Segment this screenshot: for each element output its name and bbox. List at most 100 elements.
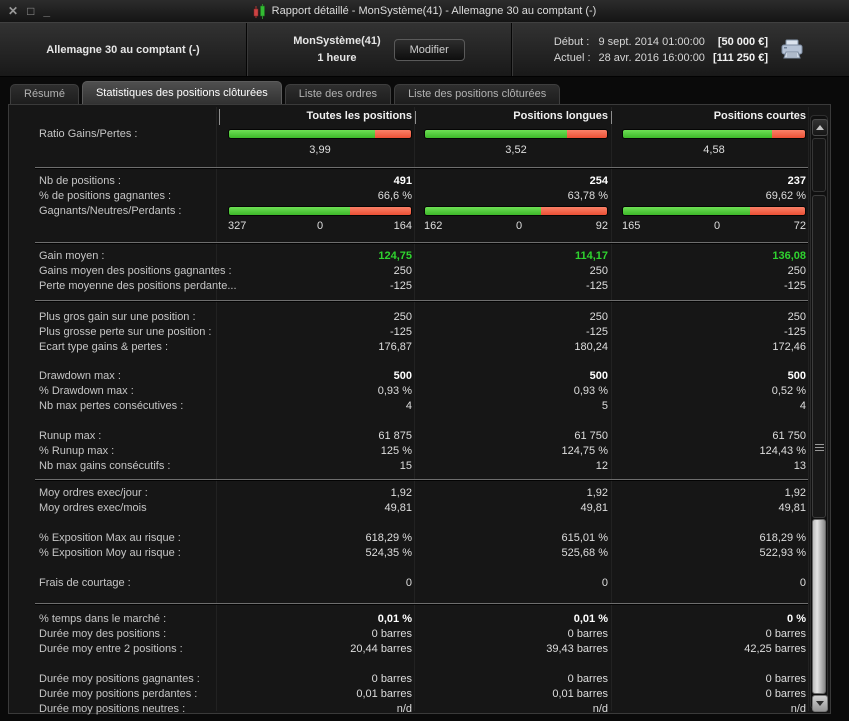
win-neutral-loss-counts: 162 0 92 [424, 220, 608, 232]
stat-section: Moy ordres exec/jour :1,92 1,92 1,92 Moy or… [9, 486, 810, 516]
stat-section: Durée moy positions gagnantes : 0 barres 0… [9, 672, 810, 717]
scrollbar-thumb-outline[interactable] [812, 195, 826, 518]
stat-value: 0 [405, 577, 412, 589]
stat-row-label: Plus gros gain sur une position : [39, 311, 196, 323]
scroll-up-button[interactable] [812, 119, 828, 136]
stat-value: 1,92 [586, 487, 608, 499]
bar-green-segment [425, 130, 567, 138]
stat-value: 0,01 barres [356, 688, 412, 700]
stat-value: n/d [790, 703, 806, 715]
scrollbar-track-segment[interactable] [812, 138, 826, 192]
window-title: Rapport détaillé - MonSystème(41) - Alle… [271, 5, 597, 17]
stat-row: % Drawdown max : 0,93 % 0,93 % 0,52 % [9, 384, 810, 399]
print-icon[interactable] [779, 39, 805, 61]
stat-value: -125 [585, 280, 608, 292]
stat-value: 0 barres [765, 688, 806, 700]
stat-row: Durée moy des positions : 0 barres 0 barre… [9, 627, 810, 642]
stat-value: 124,75 % [561, 445, 608, 457]
scroll-down-icon [816, 701, 824, 706]
stat-row: Durée moy entre 2 positions : 20,44 barre… [9, 642, 810, 657]
stat-value: 49,81 [778, 502, 806, 514]
stat-value: 3,52 [505, 144, 527, 156]
stat-value: 0 barres [765, 673, 806, 685]
stat-row-values: 3,99 3,52 4,58 [9, 142, 810, 158]
stat-value: 162 [424, 220, 443, 232]
vertical-scrollbar[interactable] [810, 115, 828, 712]
candlestick-icon [253, 3, 265, 19]
tab-liste-des-positions-cloturees[interactable]: Liste des positions clôturées [394, 84, 561, 104]
stat-row: Plus gros gain sur une position : 250 250 2… [9, 310, 810, 325]
tabs: Résumé Statistiques des positions clôturé… [10, 81, 561, 104]
stat-value: 20,44 barres [350, 643, 412, 655]
report-window: ✕ □ _ Rapport détaillé - MonSystème(41) … [0, 0, 849, 721]
stat-row-label: Durée moy positions perdantes : [39, 688, 198, 700]
tab-liste-des-ordres[interactable]: Liste des ordres [284, 84, 392, 104]
stat-row-label: Moy ordres exec/jour : [39, 487, 148, 499]
stat-value: 0,01 % [377, 613, 412, 625]
stat-value: 237 [787, 175, 806, 187]
instrument-name: Allemagne 30 au comptant (-) [46, 43, 200, 56]
stat-value: 500 [787, 370, 806, 382]
close-button[interactable]: ✕ [8, 1, 18, 21]
stat-value: 525,68 % [561, 547, 608, 559]
stat-row: Ratio Gains/Pertes : [9, 127, 810, 142]
stat-section: Nb de positions : 491 254 237 % de positions… [9, 174, 810, 242]
stat-row-label: Plus grosse perte sur une position : [39, 326, 212, 338]
stat-row: % Exposition Moy au risque : 524,35 % 525,… [9, 546, 810, 561]
stat-value: 172,46 [772, 341, 806, 353]
stat-row: Durée moy positions perdantes : 0,01 barr… [9, 687, 810, 702]
stat-section: Drawdown max : 500 500 500 % Drawdown max : 0… [9, 369, 810, 414]
stat-row: Perte moyenne des positions perdante... -… [9, 279, 810, 294]
stat-section: % temps dans le marché : 0,01 % 0,01 % 0 % D… [9, 612, 810, 657]
stat-row-label: Durée moy entre 2 positions : [39, 643, 183, 655]
stat-section: % Exposition Max au risque : 618,29 % 615,… [9, 531, 810, 561]
stat-value: 49,81 [580, 502, 608, 514]
stat-value: 327 [228, 220, 247, 232]
stat-section: Gain moyen : 124,75 114,17 136,08 Gains moye… [9, 249, 810, 300]
stat-row-label: Ratio Gains/Pertes : [39, 128, 138, 140]
stat-value: 250 [393, 311, 412, 323]
stat-value: 4 [799, 400, 806, 412]
modify-button[interactable]: Modifier [393, 38, 465, 61]
stat-row-label: Nb de positions : [39, 175, 121, 187]
stat-section: Frais de courtage : 0 0 0 [9, 576, 810, 603]
stat-value: 250 [393, 265, 412, 277]
maximize-button[interactable]: □ [27, 1, 34, 21]
stat-row-values: 327 0 164 162 0 92 165 0 72 [9, 219, 810, 235]
minimize-button[interactable]: _ [43, 1, 50, 21]
bar-green-segment [623, 130, 773, 138]
stat-value: 0,01 % [573, 613, 608, 625]
stat-value: 522,93 % [759, 547, 806, 559]
stat-value: 250 [589, 265, 608, 277]
report-header: Allemagne 30 au comptant (-) MonSystème(… [0, 22, 849, 77]
stat-value: 3,99 [309, 144, 331, 156]
stat-value: 165 [622, 220, 641, 232]
stat-row: Moy ordres exec/mois 49,81 49,81 49,81 [9, 501, 810, 516]
stat-value: 500 [393, 370, 412, 382]
stat-value: 4,58 [703, 144, 725, 156]
stat-row: Nb de positions : 491 254 237 [9, 174, 810, 189]
bar-red-segment [374, 130, 411, 138]
tab-statistiques-des-positions-cloturees[interactable]: Statistiques des positions clôturées [81, 81, 282, 104]
bar-green-segment [229, 207, 351, 215]
timeframe: 1 heure [317, 51, 357, 64]
stat-section: Ratio Gains/Pertes : 3,99 3,52 4,58 [9, 127, 810, 167]
section-divider [35, 167, 808, 168]
stat-value: 524,35 % [365, 547, 412, 559]
stat-row-label: % de positions gagnantes : [39, 190, 172, 202]
stat-row-label: Gains moyen des positions gagnantes : [39, 265, 232, 277]
stat-row-label: Drawdown max : [39, 370, 121, 382]
scrollbar-thumb[interactable] [812, 519, 826, 694]
stat-value: 250 [787, 311, 806, 323]
stat-row: Gains moyen des positions gagnantes : 250… [9, 264, 810, 279]
stat-value: 39,43 barres [546, 643, 608, 655]
tab-resume[interactable]: Résumé [10, 84, 79, 104]
gains-losses-bar [228, 206, 412, 216]
stat-value: 180,24 [574, 341, 608, 353]
stat-value: -125 [783, 280, 806, 292]
stat-value: 0 % [787, 613, 806, 625]
stat-row-label: Perte moyenne des positions perdante... [39, 280, 237, 292]
scroll-down-button[interactable] [812, 695, 828, 712]
stat-value: 124,43 % [759, 445, 806, 457]
stat-row-label: Nb max gains consécutifs : [39, 460, 171, 472]
